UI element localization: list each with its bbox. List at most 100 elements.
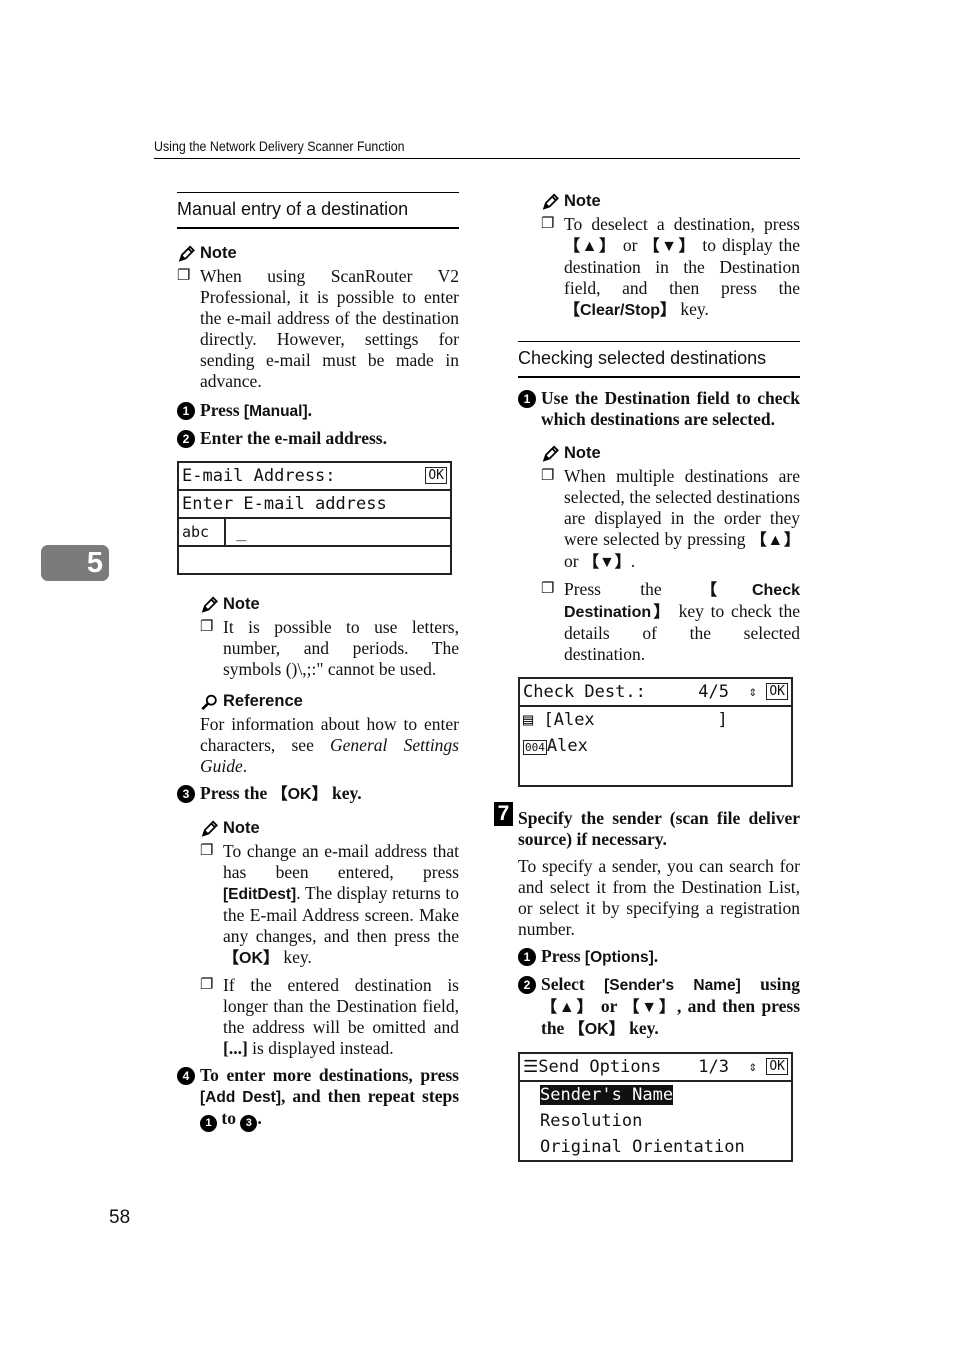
note-bullet: ❐ It is possible to use letters, number,…	[200, 617, 459, 680]
step-text-end: .	[653, 946, 659, 966]
note-heading: Note	[541, 192, 800, 211]
chapter-number: 5	[86, 547, 103, 579]
ok-indicator: OK	[425, 467, 447, 484]
pencil-icon	[201, 596, 218, 613]
note-text-pre: If the entered destination is longer tha…	[223, 975, 459, 1037]
lcd-empty-row	[520, 759, 791, 785]
lcd-prompt-row: Enter E-mail address	[179, 491, 450, 519]
pencil-icon	[542, 193, 559, 210]
options-key: [Options]	[584, 949, 654, 966]
note-text: Press the 【Check Destination】 key to che…	[564, 579, 800, 665]
down-key: 【▼】	[643, 238, 697, 255]
down-key: 【▼】	[582, 554, 631, 571]
note-text-pre: To change an e-mail address that has bee…	[223, 841, 459, 882]
note-text: It is possible to use letters, number, a…	[223, 617, 459, 679]
pencil-icon	[201, 820, 218, 837]
step-ref: 3	[240, 1115, 258, 1132]
note-bullet: ❐ To change an e-mail address that has b…	[200, 841, 459, 969]
magnifier-icon	[201, 694, 217, 710]
note-bullet: ❐ Press the 【Check Destination】 key to c…	[541, 579, 800, 665]
note-text: To change an e-mail address that has bee…	[223, 841, 459, 969]
lcd-menu-item[interactable]: Original Orientation	[520, 1134, 791, 1160]
step-7-block: Specify the sender (scan file deliver so…	[518, 808, 800, 1162]
menu-item-selected[interactable]: Sender's Name	[540, 1085, 674, 1105]
lcd-counter: 1/3	[698, 1057, 729, 1077]
manual-key: [Manual]	[243, 403, 308, 420]
note-text-end: is displayed instead.	[247, 1038, 394, 1058]
step-text: To enter more destinations, press	[200, 1065, 459, 1085]
lcd-title: E-mail Address:	[182, 466, 336, 486]
step-text: Press	[541, 946, 585, 966]
ok-key: 【OK】	[223, 950, 280, 967]
step-1: 1 Use the Destination field to check whi…	[518, 388, 800, 430]
step-4: 4 To enter more destinations, press [Add…	[177, 1065, 459, 1132]
note-text: To deselect a destination, press 【▲】 or …	[564, 214, 800, 321]
note-label: Note	[200, 244, 237, 262]
step-7-title: Specify the sender (scan file deliver so…	[518, 808, 800, 850]
chapter-tab: 5	[41, 545, 109, 581]
step-text-end: key.	[327, 783, 362, 803]
note-label: Note	[564, 192, 601, 210]
step-1: 1 Press [Manual].	[177, 400, 459, 422]
lcd-title-row: E-mail Address: OK	[179, 463, 450, 491]
ok-indicator: OK	[766, 1058, 788, 1075]
note-text-end: key.	[279, 947, 312, 967]
input-mode: abc	[182, 519, 226, 545]
lcd-title: Check Dest.:	[523, 682, 646, 702]
lcd-counter: 4/5	[698, 682, 729, 702]
ok-key: 【OK】	[568, 1021, 625, 1038]
checkbox-bullet-icon: ❐	[177, 268, 191, 284]
checkbox-bullet-icon: ❐	[200, 843, 214, 859]
note-text-end: .	[630, 551, 636, 571]
sub-step-2: 2 Select [Sender's Name] using 【▲】 or 【▼…	[518, 974, 800, 1040]
step-text: Select	[541, 974, 605, 994]
dest-name: [Alex ]	[533, 710, 728, 730]
step-3: 3 Press the 【OK】 key.	[177, 783, 459, 805]
step-7-number: 7	[494, 802, 513, 826]
step-7-body: To specify a sender, you can search for …	[518, 856, 800, 939]
up-key: 【▲】	[750, 532, 800, 549]
step-2: 2 Enter the e-mail address.	[177, 428, 459, 449]
lcd-empty-row	[179, 547, 450, 573]
page-number: 58	[109, 1207, 131, 1228]
reference-heading: Reference	[200, 692, 459, 711]
step-text: Use the Destination field to check which…	[541, 388, 800, 429]
reference-text-end: .	[242, 756, 248, 776]
note-label: Note	[223, 819, 260, 837]
note-bullet: ❐ When using ScanRouter V2 Professional,…	[177, 266, 459, 392]
note-text-or: or	[564, 551, 583, 571]
note-text: When multiple destinations are selected,…	[564, 466, 800, 573]
note-text: When using ScanRouter V2 Professional, i…	[200, 266, 459, 391]
step-number: 2	[177, 430, 195, 448]
note-label: Note	[564, 444, 601, 462]
lcd-check-dest: Check Dest.: 4/5 ⇕ OK ▤ [Alex ] 004 Alex	[518, 677, 793, 787]
lcd-email-address: E-mail Address: OK Enter E-mail address a…	[177, 461, 452, 575]
running-header: Using the Network Delivery Scanner Funct…	[154, 139, 405, 154]
note-heading: Note	[200, 819, 459, 838]
pencil-icon	[178, 245, 195, 262]
reference-text: For information about how to enter chara…	[200, 714, 459, 777]
up-key: 【▲】	[541, 999, 595, 1016]
clear-stop-key: 【Clear/Stop】	[564, 302, 677, 319]
step-text-end: .	[257, 1108, 262, 1128]
left-column: Manual entry of a destination Note ❐ Whe…	[177, 192, 459, 1132]
step-text-to: to	[217, 1108, 241, 1128]
lcd-reg-row: 004 Alex	[520, 733, 791, 759]
note-bullet: ❐ To deselect a destination, press 【▲】 o…	[541, 214, 800, 321]
lcd-menu-item[interactable]: Sender's Name	[520, 1082, 791, 1108]
step-text-mid: , and then repeat steps	[281, 1086, 459, 1106]
reg-name: Alex	[546, 736, 588, 756]
updown-arrow-icon: ⇕	[748, 1059, 757, 1075]
section-title: Manual entry of a destination	[177, 192, 459, 229]
ellipsis-indicator: [...]	[223, 1038, 248, 1058]
step-number: 1	[518, 390, 536, 408]
checkbox-bullet-icon: ❐	[541, 581, 555, 597]
down-key: 【▼】	[623, 999, 677, 1016]
checkbox-bullet-icon: ❐	[541, 468, 555, 484]
ok-key: 【OK】	[271, 786, 328, 803]
note-text-pre: To deselect a destination, press	[564, 214, 800, 234]
checkbox-bullet-icon: ❐	[541, 216, 555, 232]
step-ref: 1	[200, 1115, 217, 1132]
lcd-menu-item[interactable]: Resolution	[520, 1108, 791, 1134]
lcd-title: Send Options	[538, 1057, 662, 1077]
